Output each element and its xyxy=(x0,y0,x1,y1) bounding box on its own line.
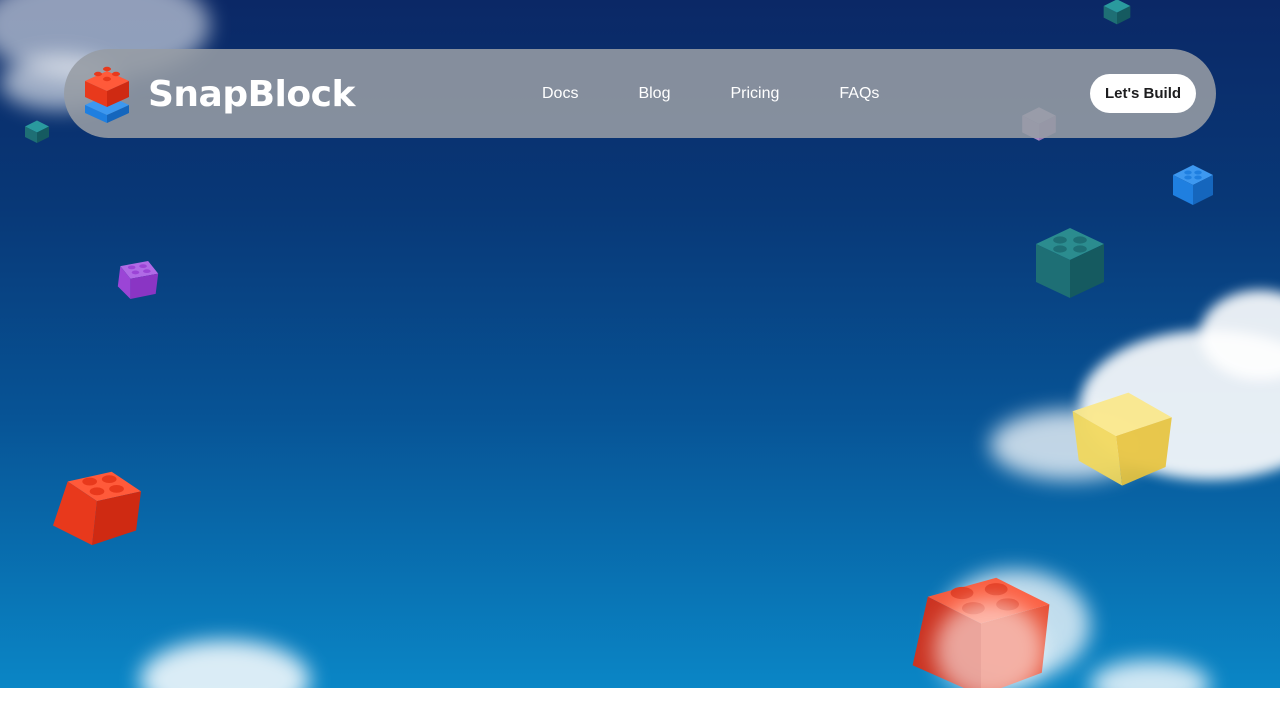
brand-name: SnapBlock xyxy=(148,73,355,115)
blue-brick-icon xyxy=(1173,165,1213,205)
nav-link-blog[interactable]: Blog xyxy=(638,85,670,103)
page-content-area xyxy=(0,688,1280,720)
nav-links: Docs Blog Pricing FAQs xyxy=(542,49,879,138)
top-navigation-bar: SnapBlock Docs Blog Pricing FAQs Let's B… xyxy=(64,49,1216,138)
stacked-blocks-icon xyxy=(85,66,129,123)
cloud-bottom-left xyxy=(140,640,310,688)
teal-brick-icon xyxy=(25,120,49,143)
nav-link-docs[interactable]: Docs xyxy=(542,85,578,103)
cloud-bottom-right xyxy=(1090,660,1210,688)
teal-brick-icon xyxy=(1036,228,1104,298)
nav-link-faqs[interactable]: FAQs xyxy=(839,85,879,103)
nav-link-pricing[interactable]: Pricing xyxy=(730,85,779,103)
teal-brick-icon xyxy=(1103,0,1131,25)
hero-sky-background: SnapBlock Docs Blog Pricing FAQs Let's B… xyxy=(0,0,1280,688)
lets-build-button[interactable]: Let's Build xyxy=(1090,74,1196,113)
red-brick-icon xyxy=(53,471,141,546)
purple-brick-icon xyxy=(117,261,159,299)
yellow-brick-icon xyxy=(1072,392,1172,486)
brand-home-link[interactable]: SnapBlock xyxy=(84,65,355,123)
